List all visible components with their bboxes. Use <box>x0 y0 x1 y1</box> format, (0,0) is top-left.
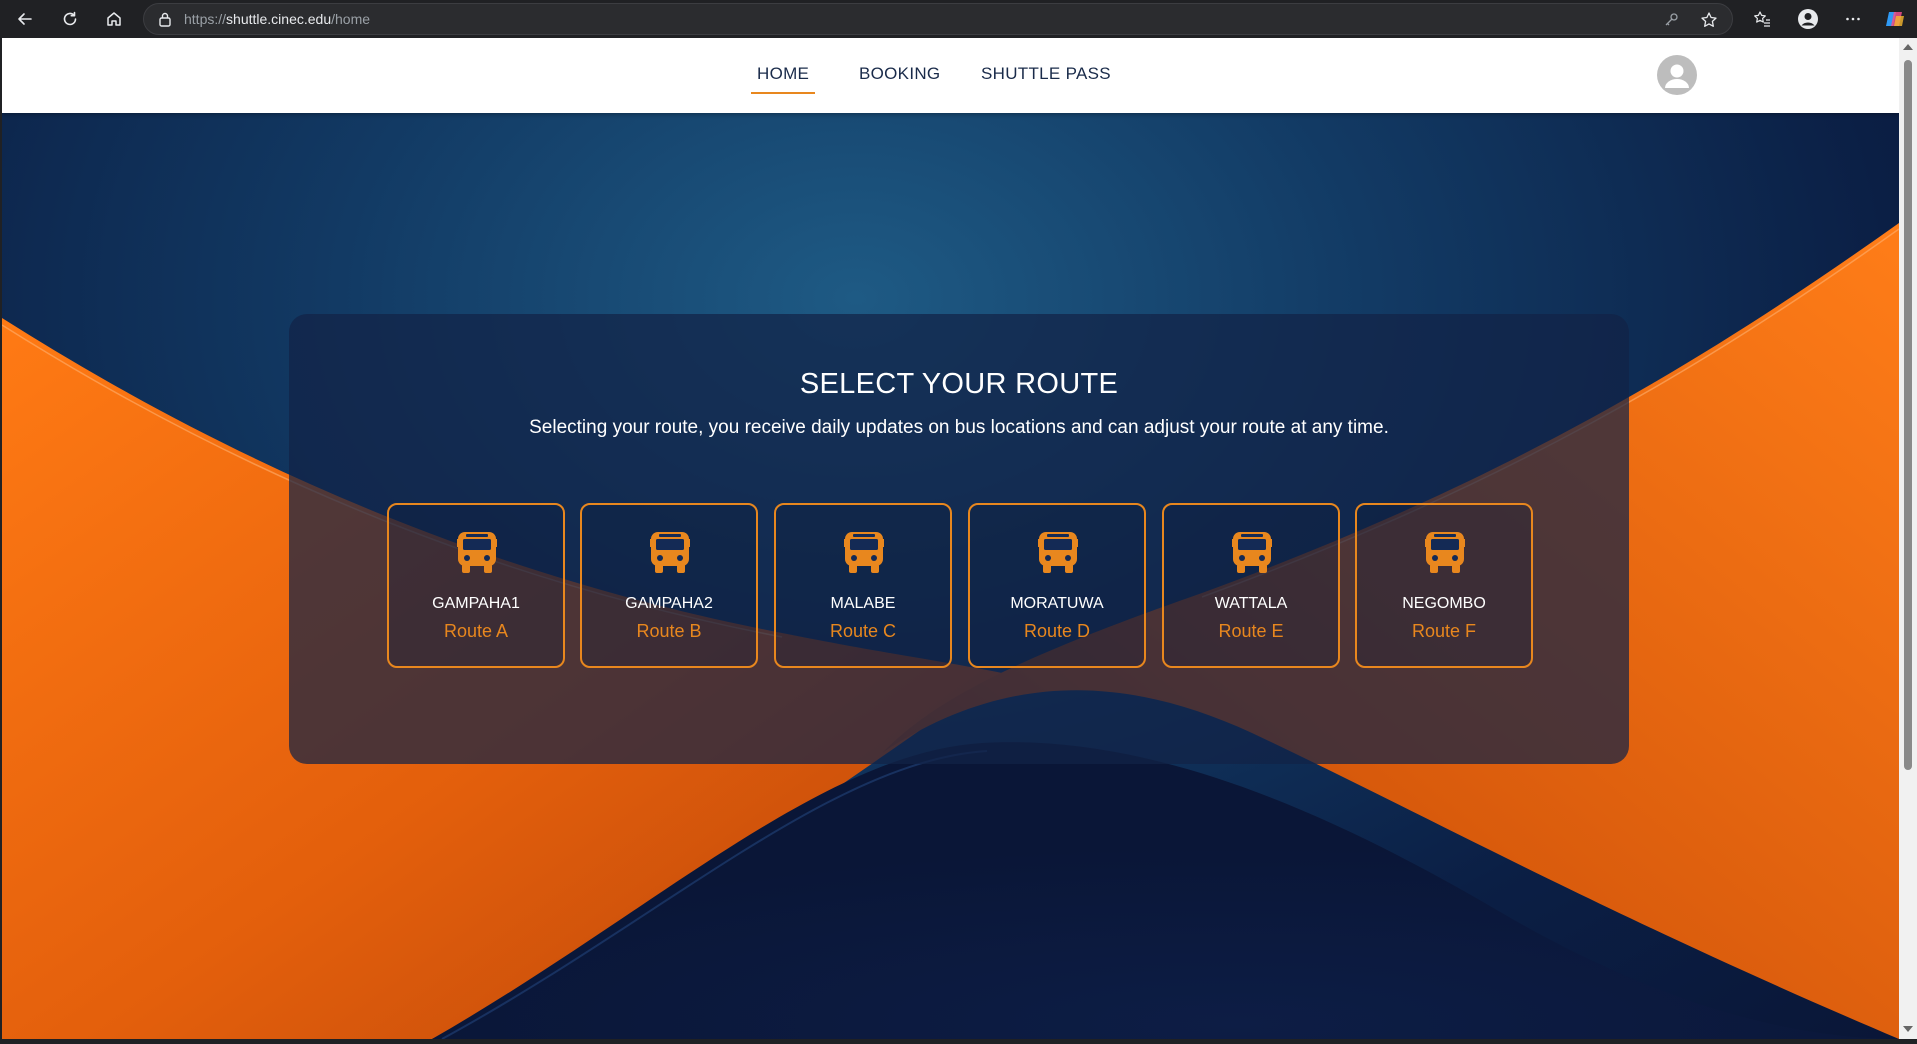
route-name: MALABE <box>830 595 896 612</box>
route-name: WATTALA <box>1214 595 1288 612</box>
password-key-button[interactable] <box>1659 8 1683 32</box>
route-code: Route E <box>1218 621 1284 641</box>
bus-icon <box>1232 532 1272 573</box>
app-header: HOME BOOKING SHUTTLE PASS <box>2 38 1899 113</box>
back-arrow-icon <box>18 13 32 25</box>
page-viewport: HOME BOOKING SHUTTLE PASS SELECT YOUR RO… <box>2 38 1899 1039</box>
home-icon <box>107 12 121 26</box>
nav-tab-shuttle-pass[interactable]: SHUTTLE PASS <box>975 64 1117 94</box>
url-scheme: https:// <box>184 11 227 27</box>
profile-button[interactable] <box>1793 4 1823 34</box>
lock-icon <box>159 12 171 27</box>
user-avatar-icon <box>1665 64 1689 88</box>
route-name: MORATUWA <box>1010 595 1104 612</box>
url-text[interactable]: https://shuttle.cinec.edu/home <box>184 11 370 27</box>
route-card-gampaha2[interactable]: GAMPAHA2 Route B <box>580 503 758 668</box>
copilot-icon <box>1886 12 1904 26</box>
reload-button[interactable] <box>55 4 85 34</box>
route-code: Route D <box>1023 621 1091 641</box>
browser-toolbar: https://shuttle.cinec.edu/home <box>0 0 1917 38</box>
route-code: Route A <box>443 621 509 641</box>
route-code: Route B <box>636 621 702 641</box>
url-path: /home <box>331 11 371 27</box>
panel-description: Selecting your route, you receive daily … <box>529 417 1389 438</box>
star-icon <box>1701 12 1717 27</box>
route-card-malabe[interactable]: MALABE Route C <box>774 503 952 668</box>
route-name: GAMPAHA1 <box>432 595 520 612</box>
route-card-wattala[interactable]: WATTALA Route E <box>1162 503 1340 668</box>
favorites-button[interactable] <box>1747 4 1777 34</box>
home-button[interactable] <box>99 4 129 34</box>
bus-icon <box>457 532 497 573</box>
back-button[interactable] <box>10 4 40 34</box>
key-icon <box>1665 13 1678 26</box>
more-menu-button[interactable] <box>1838 4 1868 34</box>
copilot-button[interactable] <box>1880 4 1910 34</box>
route-code: Route C <box>829 621 897 641</box>
route-selection-panel: SELECT YOUR ROUTE Selecting your route, … <box>289 314 1629 764</box>
scrollbar-thumb[interactable] <box>1904 60 1912 770</box>
scroll-down-arrow-icon[interactable] <box>1903 1026 1913 1032</box>
url-host: shuttle.cinec.edu <box>226 11 332 27</box>
scroll-up-arrow-icon[interactable] <box>1903 44 1913 50</box>
user-avatar-button[interactable] <box>1657 55 1697 95</box>
bus-icon <box>844 532 884 573</box>
reload-icon <box>63 11 77 26</box>
favorites-list-icon <box>1754 11 1770 27</box>
favorite-button[interactable] <box>1697 8 1721 32</box>
bus-icon <box>1038 532 1078 573</box>
route-card-negombo[interactable]: NEGOMBO Route F <box>1355 503 1533 668</box>
address-bar[interactable]: https://shuttle.cinec.edu/home <box>143 3 1733 35</box>
nav-tab-home[interactable]: HOME <box>751 64 816 94</box>
route-code: Route F <box>1411 621 1477 641</box>
more-dots-icon <box>1846 17 1860 21</box>
nav-tab-booking[interactable]: BOOKING <box>853 64 946 94</box>
bus-icon <box>650 532 690 573</box>
profile-icon <box>1798 9 1818 29</box>
route-card-gampaha1[interactable]: GAMPAHA1 Route A <box>387 503 565 668</box>
vertical-scrollbar[interactable] <box>1899 38 1917 1039</box>
bus-icon <box>1425 532 1465 573</box>
route-name: NEGOMBO <box>1402 595 1486 612</box>
route-card-moratuwa[interactable]: MORATUWA Route D <box>968 503 1146 668</box>
route-name: GAMPAHA2 <box>625 595 713 612</box>
panel-title: SELECT YOUR ROUTE <box>799 368 1119 400</box>
